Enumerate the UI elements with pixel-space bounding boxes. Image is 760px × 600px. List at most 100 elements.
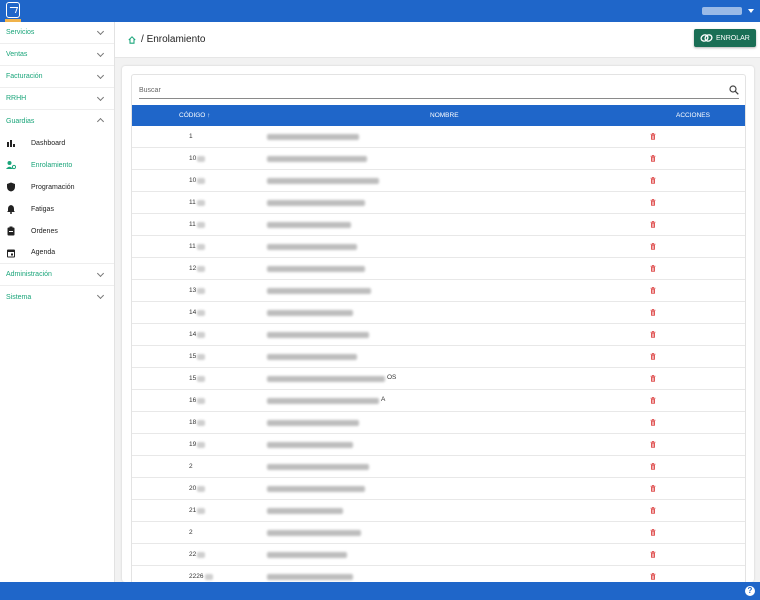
sidebar-item-guardias[interactable]: Guardias: [0, 110, 114, 132]
delete-icon[interactable]: [650, 331, 656, 338]
redacted-name: [267, 486, 365, 492]
breadcrumb-separator: /: [141, 34, 144, 45]
table-row[interactable]: 15: [132, 346, 745, 368]
table-row[interactable]: 15 OS: [132, 368, 745, 390]
enrolar-button-label: ENROLAR: [716, 34, 750, 42]
user-name-blurred[interactable]: [702, 7, 742, 15]
column-header-codigo[interactable]: CÓDIGO ↑: [179, 112, 210, 119]
redacted-code: [197, 156, 205, 162]
table-row[interactable]: 2226: [132, 566, 745, 582]
delete-icon[interactable]: [650, 441, 656, 448]
redacted-code: [197, 508, 205, 514]
delete-icon[interactable]: [650, 375, 656, 382]
table-row[interactable]: 11: [132, 214, 745, 236]
column-header-nombre[interactable]: NOMBRE: [430, 112, 459, 119]
table-row[interactable]: 18: [132, 412, 745, 434]
redacted-code: [197, 222, 205, 228]
delete-icon[interactable]: [650, 243, 656, 250]
cell-codigo: 14: [189, 309, 197, 316]
redacted-code: [197, 332, 205, 338]
sidebar-subitem-label: Agenda: [31, 249, 56, 256]
sidebar-item-administracion[interactable]: Administración: [0, 264, 114, 286]
table-row[interactable]: 21: [132, 500, 745, 522]
delete-icon[interactable]: [650, 353, 656, 360]
table-row[interactable]: 19: [132, 434, 745, 456]
search-input[interactable]: [139, 84, 719, 96]
sidebar-subitem-agenda[interactable]: Agenda: [0, 242, 114, 264]
sidebar-subitem-label: Enrolamiento: [31, 161, 73, 169]
table-row[interactable]: 14: [132, 324, 745, 346]
delete-icon[interactable]: [650, 265, 656, 272]
cell-codigo: 2: [189, 529, 193, 536]
sidebar-item-ventas[interactable]: Ventas: [0, 44, 114, 66]
cell-codigo: 13: [189, 287, 197, 294]
delete-icon[interactable]: [650, 133, 656, 140]
chevron-down-icon[interactable]: [748, 9, 754, 13]
home-icon[interactable]: [128, 36, 136, 44]
delete-icon[interactable]: [650, 397, 656, 404]
enrolar-button[interactable]: ENROLAR: [694, 29, 756, 47]
delete-icon[interactable]: [650, 573, 656, 580]
sidebar-subitem-fatigas[interactable]: Fatigas: [0, 198, 114, 220]
page-header: / Enrolamiento ENROLAR: [115, 22, 760, 58]
table-row[interactable]: 2: [132, 522, 745, 544]
sidebar-item-servicios[interactable]: Servicios: [0, 22, 114, 44]
table-row[interactable]: 20: [132, 478, 745, 500]
sidebar-subitem-label: Ordenes: [31, 227, 58, 235]
delete-icon[interactable]: [650, 177, 656, 184]
cell-codigo: 11: [189, 243, 196, 250]
bell-icon: [7, 205, 15, 214]
redacted-name: [267, 574, 353, 580]
table-body: 1 10 10 11 11 11 12 13 14 14 15 15 OS 16 A 18 19 2 20 21 2 22…: [132, 126, 745, 582]
table-row[interactable]: 10: [132, 170, 745, 192]
table-row[interactable]: 22: [132, 544, 745, 566]
cell-codigo: 11: [189, 199, 196, 206]
table-row[interactable]: 14: [132, 302, 745, 324]
app-logo-icon[interactable]: [6, 2, 20, 18]
table-row[interactable]: 16 A: [132, 390, 745, 412]
cell-codigo: 15: [189, 353, 197, 360]
redacted-name: [267, 200, 365, 206]
delete-icon[interactable]: [650, 507, 656, 514]
delete-icon[interactable]: [650, 485, 656, 492]
table-row[interactable]: 10: [132, 148, 745, 170]
sidebar-item-label: Servicios: [6, 29, 35, 36]
chevron-down-icon: [96, 49, 105, 58]
cell-codigo: 15: [189, 375, 197, 382]
sidebar-item-label: Sistema: [6, 293, 32, 301]
redacted-name: [267, 288, 371, 294]
delete-icon[interactable]: [650, 155, 656, 162]
sidebar-item-rrhh[interactable]: RRHH: [0, 88, 114, 110]
sidebar-subitem-enrolamiento[interactable]: Enrolamiento: [0, 154, 114, 176]
search-icon[interactable]: [729, 85, 739, 95]
sidebar-subitem-programacion[interactable]: Programación: [0, 176, 114, 198]
delete-icon[interactable]: [650, 221, 656, 228]
help-icon[interactable]: ?: [745, 586, 755, 596]
sidebar-item-facturacion[interactable]: Facturación: [0, 66, 114, 88]
table-row[interactable]: 1: [132, 126, 745, 148]
delete-icon[interactable]: [650, 463, 656, 470]
delete-icon[interactable]: [650, 551, 656, 558]
table-row[interactable]: 11: [132, 192, 745, 214]
table-row[interactable]: 11: [132, 236, 745, 258]
cell-codigo: 2226: [189, 573, 204, 580]
table-header: CÓDIGO ↑ NOMBRE ACCIONES: [132, 105, 745, 126]
table-row[interactable]: 12: [132, 258, 745, 280]
cell-codigo: 18: [189, 419, 197, 426]
delete-icon[interactable]: [650, 419, 656, 426]
delete-icon[interactable]: [650, 529, 656, 536]
table-row[interactable]: 13: [132, 280, 745, 302]
sidebar-subitem-ordenes[interactable]: Ordenes: [0, 220, 114, 242]
sidebar-subitem-dashboard[interactable]: Dashboard: [0, 132, 114, 154]
delete-icon[interactable]: [650, 287, 656, 294]
cell-nombre-visible: A: [381, 396, 386, 403]
content-card: CÓDIGO ↑ NOMBRE ACCIONES 1 10 10 11 11 11 12 13…: [122, 66, 754, 582]
cell-codigo: 10: [189, 155, 197, 162]
sidebar-item-sistema[interactable]: Sistema: [0, 286, 114, 308]
redacted-code: [197, 552, 205, 558]
delete-icon[interactable]: [650, 309, 656, 316]
delete-icon[interactable]: [650, 199, 656, 206]
table-row[interactable]: 2: [132, 456, 745, 478]
chevron-up-icon: [96, 117, 105, 126]
redacted-name: [267, 530, 361, 536]
